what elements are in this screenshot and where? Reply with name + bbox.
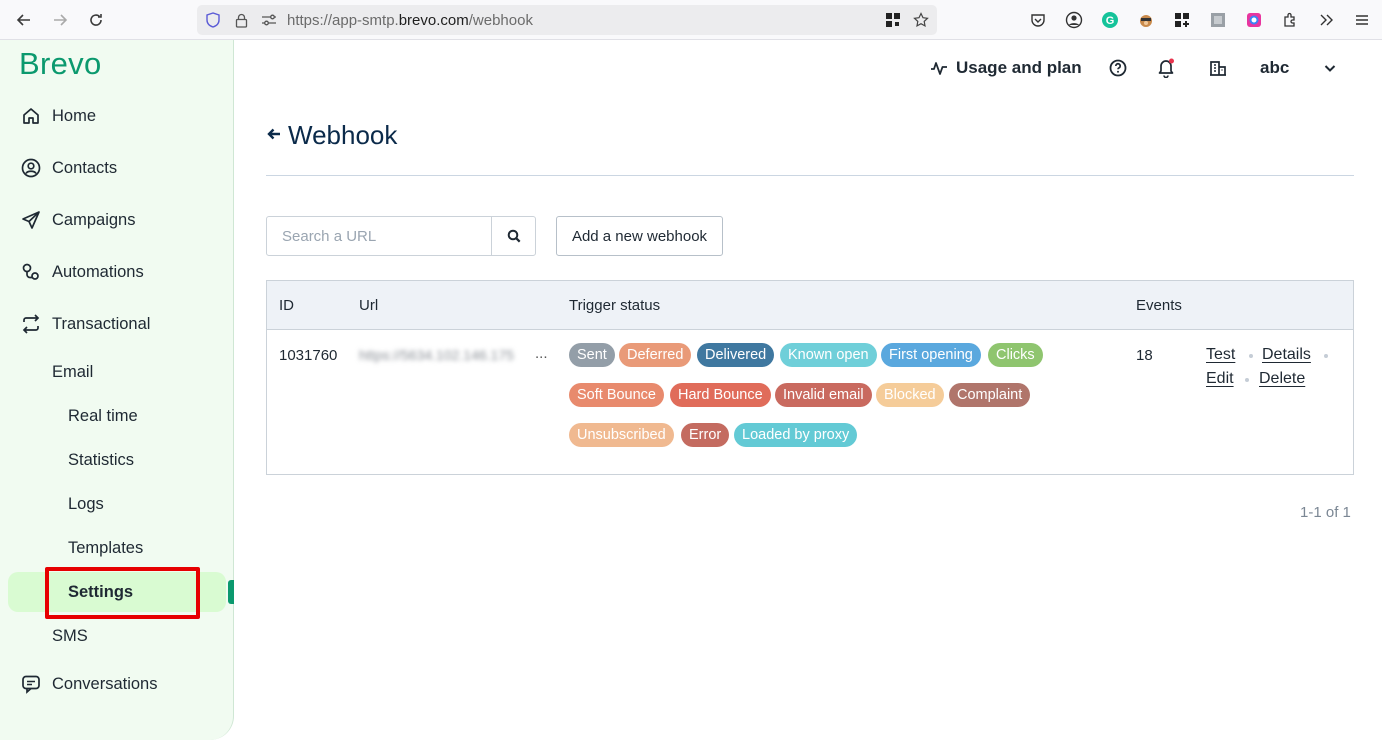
column-header-id: ID [279, 297, 294, 314]
reload-icon[interactable] [84, 8, 108, 32]
chat-icon [20, 673, 42, 695]
edit-link[interactable]: Edit [1206, 370, 1234, 388]
screenshot-icon[interactable] [1208, 10, 1228, 30]
delete-link[interactable]: Delete [1259, 370, 1305, 388]
pocket-icon[interactable] [1028, 10, 1048, 30]
search-url-input[interactable] [266, 216, 492, 256]
events-count: 18 [1136, 347, 1153, 364]
search-icon [507, 229, 520, 243]
status-badge-known-open: Known open [780, 343, 877, 367]
column-header-trigger-status: Trigger status [569, 297, 661, 314]
brevo-logo[interactable]: Brevo [19, 46, 101, 82]
separator-dot [1324, 354, 1328, 358]
status-badge-sent: Sent [569, 343, 615, 367]
status-badge-delivered: Delivered [697, 343, 775, 367]
separator-dot [1245, 378, 1249, 382]
address-bar[interactable]: https://app-smtp.brevo.com/webhook [197, 5, 937, 35]
extensions-puzzle-icon[interactable] [1280, 10, 1300, 30]
grammarly-icon[interactable]: G [1100, 10, 1120, 30]
column-header-events: Events [1136, 297, 1182, 314]
sidebar-item-label: Conversations [52, 674, 158, 693]
forward-icon[interactable] [48, 8, 72, 32]
page-title: Webhook [288, 120, 398, 150]
pagination-info: 1-1 of 1 [1300, 504, 1351, 521]
webhook-url-ellipsis: ... [535, 345, 548, 362]
lock-icon [231, 10, 251, 30]
account-name: abc [1260, 58, 1290, 77]
status-badge-complaint: Complaint [949, 383, 1031, 407]
webhook-table: ID Url Trigger status Events 1031760 htt… [266, 280, 1354, 475]
sidebar-item-email[interactable]: Email [52, 363, 93, 382]
active-indicator [228, 580, 234, 604]
status-badge-error: Error [681, 423, 730, 447]
sidebar-item-label: Campaigns [52, 210, 136, 229]
status-badge-loaded-by-proxy: Loaded by proxy [734, 423, 858, 447]
extension-monkey-icon[interactable] [1136, 10, 1156, 30]
sidebar-item-label: Home [52, 106, 97, 125]
table-header: ID Url Trigger status Events [267, 281, 1353, 330]
status-badge-deferred: Deferred [619, 343, 692, 367]
back-icon[interactable] [12, 8, 36, 32]
sidebar-item-sms[interactable]: SMS [52, 627, 88, 646]
overflow-chevron-icon[interactable] [1316, 10, 1336, 30]
webhook-url-blurred: https://5634.102.146.175 [359, 347, 514, 363]
contacts-icon [20, 157, 42, 179]
title-divider [266, 175, 1354, 176]
qr-code-icon[interactable] [883, 10, 903, 30]
account-icon[interactable] [1064, 10, 1084, 30]
status-badge-soft-bounce: Soft Bounce [569, 383, 664, 407]
sidebar-item-transactional[interactable]: Transactional [0, 304, 234, 344]
add-webhook-button[interactable]: Add a new webhook [556, 216, 723, 256]
send-icon [20, 209, 42, 231]
notification-bell-icon[interactable] [1156, 58, 1176, 78]
bookmark-star-icon[interactable] [911, 10, 931, 30]
status-badge-unsubscribed: Unsubscribed [569, 423, 674, 447]
account-menu[interactable]: abc [1260, 58, 1289, 78]
webhook-id: 1031760 [279, 347, 338, 364]
apps-grid-icon[interactable] [1172, 10, 1192, 30]
sidebar-item-campaigns[interactable]: Campaigns [0, 200, 234, 240]
sidebar-item-label: Contacts [52, 158, 118, 177]
sidebar-item-logs[interactable]: Logs [68, 495, 104, 514]
transactional-icon [20, 313, 42, 335]
permissions-icon[interactable] [259, 10, 279, 30]
sidebar-item-label: Transactional [52, 314, 151, 333]
sidebar-item-label: Automations [52, 262, 144, 281]
details-link[interactable]: Details [1262, 346, 1311, 364]
activity-icon [931, 62, 947, 75]
search-button[interactable] [491, 216, 536, 256]
sidebar-item-contacts[interactable]: Contacts [0, 148, 234, 188]
status-badge-hard-bounce: Hard Bounce [670, 383, 771, 407]
column-header-url: Url [359, 297, 379, 314]
status-badge-first-opening: First opening [881, 343, 981, 367]
sidebar-item-templates[interactable]: Templates [68, 539, 143, 558]
separator-dot [1249, 354, 1253, 358]
status-badge-invalid-email: Invalid email [775, 383, 872, 407]
organization-building-icon[interactable] [1208, 58, 1228, 78]
chevron-down-icon[interactable] [1320, 58, 1340, 78]
shield-icon [203, 10, 223, 30]
sidebar-item-conversations[interactable]: Conversations [0, 664, 234, 704]
sidebar-item-statistics[interactable]: Statistics [68, 451, 134, 470]
color-picker-icon[interactable] [1244, 10, 1264, 30]
menu-hamburger-icon[interactable] [1352, 10, 1372, 30]
sidebar-item-home[interactable]: Home [0, 96, 234, 136]
browser-toolbar: https://app-smtp.brevo.com/webhook G [0, 0, 1382, 40]
test-link[interactable]: Test [1206, 346, 1235, 364]
sidebar-item-real-time[interactable]: Real time [68, 407, 138, 426]
automations-icon [20, 261, 42, 283]
help-icon[interactable] [1108, 58, 1128, 78]
status-badge-clicks: Clicks [988, 343, 1043, 367]
url-text: https://app-smtp.brevo.com/webhook [287, 12, 533, 29]
status-badge-blocked: Blocked [876, 383, 944, 407]
back-arrow-icon[interactable] [266, 126, 282, 142]
highlight-box [45, 567, 200, 619]
usage-and-plan-link[interactable]: Usage and plan [930, 58, 1082, 78]
sidebar: Brevo Home Contacts Campaigns Automation… [0, 40, 234, 740]
home-icon [20, 105, 42, 127]
svg-text:G: G [1106, 15, 1115, 27]
sidebar-item-automations[interactable]: Automations [0, 252, 234, 292]
usage-and-plan-label: Usage and plan [956, 58, 1082, 77]
